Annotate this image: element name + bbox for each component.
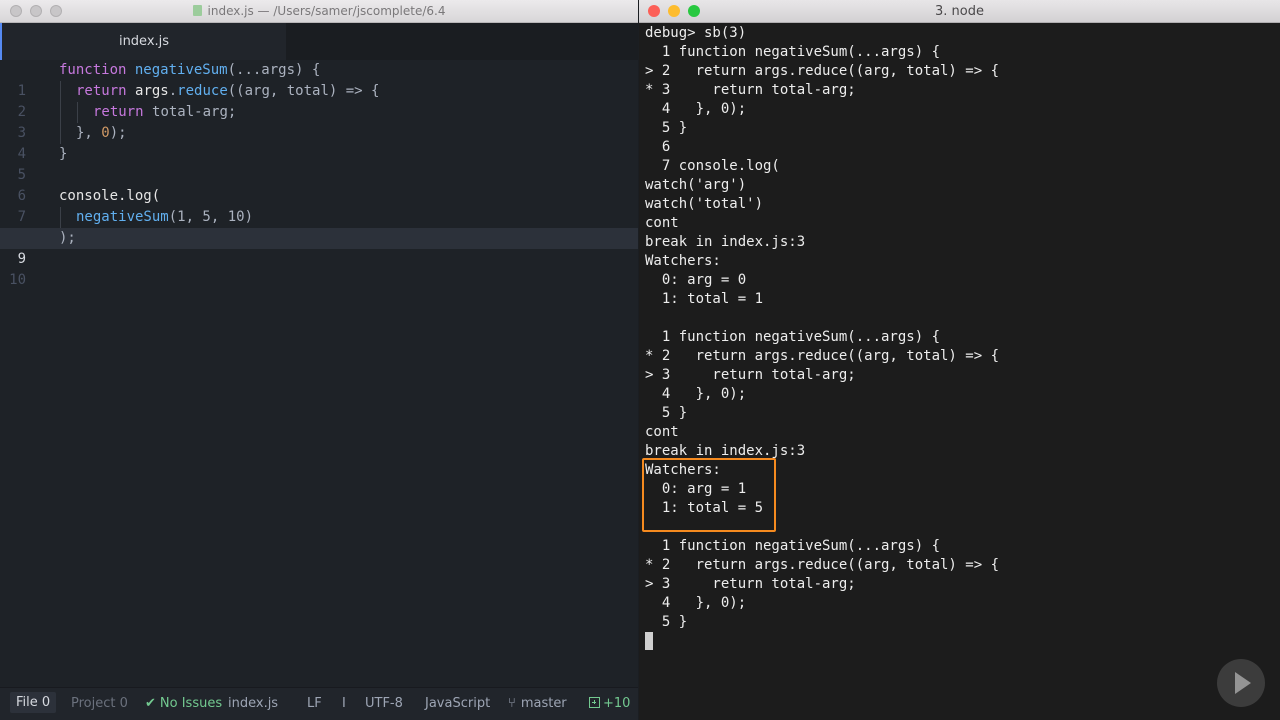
tab-bar: index.js — [0, 23, 638, 60]
code-line[interactable]: 5 } — [0, 144, 638, 183]
terminal-line: 1 function negativeSum(...args) { — [645, 44, 941, 60]
editor-window-title: index.js — /Users/samer/jscomplete/6.4 — [0, 4, 638, 18]
git-branch[interactable]: ⑂ master — [508, 696, 567, 711]
grammar-selector[interactable]: JavaScript — [425, 696, 490, 711]
git-diff-status[interactable]: +10 — [589, 696, 630, 711]
terminal-line: > 3 return total-arg; — [645, 367, 856, 383]
file-count-toggle[interactable]: File 0 — [10, 692, 57, 713]
git-branch-icon: ⑂ — [508, 696, 516, 711]
terminal-line: 5 } — [645, 614, 688, 630]
terminal-line: > 2 return args.reduce((arg, total) => { — [645, 63, 1000, 79]
terminal-window: 3. node debug> sb(3) 1 function negative… — [639, 0, 1280, 720]
terminal-window-title: 3. node — [935, 4, 984, 19]
code-line[interactable]: 3 return total-arg; — [0, 102, 638, 141]
terminal-line: cont — [645, 424, 679, 440]
terminal-line: 0: arg = 0 — [645, 272, 747, 288]
watchers-highlight-box — [642, 458, 776, 532]
terminal-line: * 2 return args.reduce((arg, total) => { — [645, 557, 1000, 573]
terminal-line: 6 — [645, 139, 671, 155]
terminal-line: 5 } — [645, 120, 688, 136]
status-cursor-indicator[interactable]: I — [342, 696, 346, 711]
terminal-line: 4 }, 0); — [645, 386, 747, 402]
indent-guide — [60, 81, 61, 102]
terminal-titlebar: 3. node — [639, 0, 1280, 23]
code-line-current[interactable]: 9 ); — [0, 228, 638, 267]
code-line[interactable]: 4 }, 0); — [0, 123, 638, 162]
terminal-line: 1: total = 1 — [645, 291, 764, 307]
code-line[interactable]: 7 console.log( — [0, 186, 638, 225]
diff-added-icon — [589, 697, 600, 708]
encoding-selector[interactable]: UTF-8 — [365, 696, 403, 711]
terminal-line: cont — [645, 215, 679, 231]
terminal-prompt-line[interactable] — [645, 632, 999, 651]
code-line[interactable]: 10 — [0, 249, 638, 288]
terminal-line: debug> sb(3) — [645, 25, 747, 41]
terminal-line: 4 }, 0); — [645, 595, 747, 611]
indent-guide — [60, 207, 61, 228]
code-line[interactable]: 2 return args.reduce((arg, total) => { — [0, 81, 638, 120]
code-line[interactable]: 1 function negativeSum(...args) { — [0, 60, 638, 99]
status-file-name[interactable]: index.js — [228, 696, 278, 711]
terminal-line: 7 console.log( — [645, 158, 780, 174]
terminal-line: * 2 return args.reduce((arg, total) => { — [645, 348, 1000, 364]
tab-index-js[interactable]: index.js — [0, 23, 286, 60]
code-line[interactable]: 8 negativeSum(1, 5, 10) — [0, 207, 638, 246]
terminal-line: * 3 return total-arg; — [645, 82, 856, 98]
check-icon: ✔ — [145, 696, 156, 711]
linter-status[interactable]: ✔ No Issues — [145, 696, 222, 711]
editor-window: index.js — /Users/samer/jscomplete/6.4 i… — [0, 0, 638, 720]
indent-guide — [60, 123, 61, 144]
terminal-line: watch('total') — [645, 196, 764, 212]
terminal-output[interactable]: debug> sb(3) 1 function negativeSum(...a… — [645, 24, 999, 651]
terminal-line: 5 } — [645, 405, 688, 421]
line-number: 10 — [9, 272, 26, 288]
project-count-toggle[interactable]: Project 0 — [71, 696, 128, 711]
code-line[interactable]: 6 — [0, 165, 638, 204]
terminal-line: 1 function negativeSum(...args) { — [645, 538, 941, 554]
terminal-line: 4 }, 0); — [645, 101, 747, 117]
code-editor[interactable]: 1 function negativeSum(...args) { 2 retu… — [0, 60, 638, 688]
play-icon — [1217, 659, 1265, 707]
indent-guide — [60, 102, 61, 123]
terminal-line: 1 function negativeSum(...args) { — [645, 329, 941, 345]
indent-guide — [77, 102, 78, 123]
terminal-line: > 3 return total-arg; — [645, 576, 856, 592]
file-icon — [192, 5, 202, 16]
terminal-line: break in index.js:3 — [645, 234, 806, 250]
terminal-cursor — [645, 632, 653, 650]
terminal-line: Watchers: — [645, 253, 721, 269]
line-ending-selector[interactable]: LF — [307, 696, 322, 711]
status-bar: File 0 Project 0 ✔ No Issues index.js LF … — [0, 687, 638, 720]
terminal-line: watch('arg') — [645, 177, 747, 193]
editor-titlebar: index.js — /Users/samer/jscomplete/6.4 — [0, 0, 638, 23]
